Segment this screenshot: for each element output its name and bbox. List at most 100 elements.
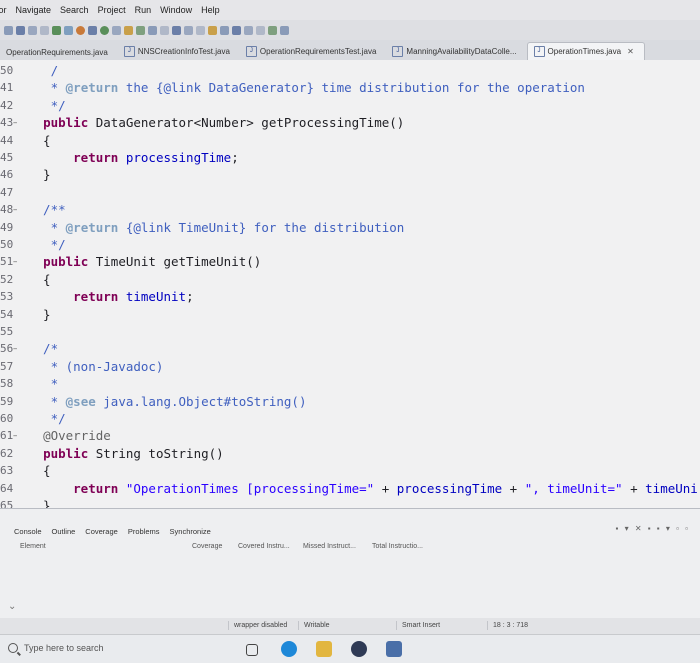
code-line[interactable]: 56− /*: [0, 340, 700, 357]
toolbar-icon[interactable]: [280, 25, 289, 35]
code-line[interactable]: 50 /: [0, 62, 700, 79]
code-line[interactable]: 58 *: [0, 375, 700, 392]
task-view-icon[interactable]: [246, 644, 258, 656]
menu-item-window[interactable]: Window: [160, 5, 192, 15]
toolbar-icon[interactable]: [172, 25, 181, 35]
tab-synchronize[interactable]: Synchronize: [170, 527, 211, 536]
tab-label: OperationRequirements.java: [6, 48, 108, 57]
toolbar-icon[interactable]: [112, 25, 121, 35]
code-text: *: [28, 376, 59, 392]
taskbar-search[interactable]: Type here to search: [8, 643, 104, 653]
tab-coverage[interactable]: Coverage: [85, 527, 118, 536]
fold-toggle-icon[interactable]: −: [13, 432, 17, 440]
code-line[interactable]: 57 * (non-Javadoc): [0, 358, 700, 375]
code-text: {: [28, 132, 51, 148]
toolbar-icon[interactable]: [208, 25, 217, 35]
toolbar-icon[interactable]: [148, 25, 157, 35]
run-icon[interactable]: [100, 25, 109, 35]
file-explorer-icon[interactable]: [316, 641, 332, 657]
code-text: return "OperationTimes [processingTime="…: [73, 480, 698, 496]
toolbar-icon[interactable]: [64, 25, 73, 35]
toolbar-icon[interactable]: [124, 25, 133, 35]
code-line[interactable]: 47: [0, 184, 700, 201]
code-line[interactable]: 64 return "OperationTimes [processingTim…: [0, 480, 700, 497]
menu-item-navigate[interactable]: Navigate: [16, 5, 52, 15]
toolbar-icon[interactable]: [196, 25, 205, 35]
code-line[interactable]: 43− public DataGenerator<Number> getProc…: [0, 114, 700, 131]
menu-item-editor[interactable]: tor: [0, 5, 7, 15]
fold-toggle-icon[interactable]: −: [13, 206, 17, 214]
code-line[interactable]: 59 * @see java.lang.Object#toString(): [0, 393, 700, 410]
column-header[interactable]: Covered Instru...: [238, 543, 290, 550]
chevron-down-icon[interactable]: ⌄: [8, 601, 16, 612]
code-line[interactable]: 60 */: [0, 410, 700, 427]
code-line[interactable]: 52 {: [0, 271, 700, 288]
code-line[interactable]: 42 */: [0, 97, 700, 114]
code-text: /: [28, 63, 59, 78]
menu-item-project[interactable]: Project: [98, 5, 126, 15]
code-line[interactable]: 46 }: [0, 166, 700, 183]
search-icon: [8, 643, 18, 653]
toolbar-icon[interactable]: [28, 25, 37, 35]
code-line[interactable]: 61− @Override: [0, 427, 700, 444]
toolbar-icon[interactable]: [4, 25, 13, 35]
code-line[interactable]: 41 * @return the {@link DataGenerator} t…: [0, 79, 700, 96]
code-line[interactable]: 51− public TimeUnit getTimeUnit(): [0, 253, 700, 270]
toolbar-icon[interactable]: [136, 25, 145, 35]
code-line[interactable]: 50 */: [0, 236, 700, 253]
menu-item-search[interactable]: Search: [60, 5, 89, 15]
toolbar-icon[interactable]: [160, 25, 169, 35]
tab-manning-availability[interactable]: J ManningAvailabilityDataColle...: [386, 43, 526, 60]
edge-browser-icon[interactable]: [281, 641, 297, 657]
app-icon[interactable]: [351, 641, 367, 657]
tab-operation-requirements-test[interactable]: J OperationRequirementsTest.java: [240, 43, 387, 60]
code-line[interactable]: 45 return processingTime;: [0, 149, 700, 166]
tab-outline[interactable]: Outline: [52, 527, 76, 536]
code-line[interactable]: 55: [0, 323, 700, 340]
code-text: /*: [28, 341, 59, 357]
close-icon[interactable]: ✕: [627, 47, 634, 56]
line-number: 50: [0, 64, 14, 77]
code-line[interactable]: 53 return timeUnit;: [0, 288, 700, 305]
toolbar-icon[interactable]: [244, 25, 253, 35]
tab-problems[interactable]: Problems: [128, 527, 160, 536]
status-bar: wrapper disabled Writable Smart Insert 1…: [0, 618, 700, 634]
panel-controls[interactable]: ▪ ▾ ✕ ▪ ▪ ▾ ▫ ▫: [616, 524, 690, 533]
toolbar-icon[interactable]: [40, 25, 49, 35]
toolbar-icon[interactable]: [184, 25, 193, 35]
bottom-panel: Console Outline Coverage Problems Synchr…: [0, 508, 700, 619]
tab-operation-times[interactable]: J OperationTimes.java ✕: [526, 42, 645, 60]
menu-item-run[interactable]: Run: [135, 5, 152, 15]
tab-console[interactable]: Console: [14, 527, 42, 536]
column-header[interactable]: Element: [20, 543, 46, 550]
run-icon[interactable]: [52, 25, 61, 35]
fold-toggle-icon[interactable]: −: [13, 345, 17, 353]
code-text: }: [28, 167, 51, 183]
eclipse-icon[interactable]: [386, 641, 402, 657]
toolbar-icon[interactable]: [232, 25, 241, 35]
code-line[interactable]: 54 }: [0, 306, 700, 323]
line-number: 57: [0, 359, 14, 373]
fold-toggle-icon[interactable]: −: [13, 119, 17, 127]
debug-icon[interactable]: [76, 25, 85, 35]
tab-operation-requirements[interactable]: OperationRequirements.java: [0, 45, 118, 60]
code-line[interactable]: 62 public String toString(): [0, 445, 700, 462]
tab-nns-creation-info-test[interactable]: J NNSCreationInfoTest.java: [118, 43, 240, 60]
column-header[interactable]: Coverage: [192, 543, 222, 550]
code-line[interactable]: 44 {: [0, 132, 700, 149]
toolbar-icon[interactable]: [88, 25, 97, 35]
toolbar-icon[interactable]: [220, 25, 229, 35]
code-line[interactable]: 48− /**: [0, 201, 700, 218]
code-line[interactable]: 49 * @return {@link TimeUnit} for the di…: [0, 219, 700, 236]
code-editor[interactable]: 50 /41 * @return the {@link DataGenerato…: [0, 60, 700, 508]
code-line[interactable]: 63 {: [0, 462, 700, 479]
menu-item-help[interactable]: Help: [201, 5, 220, 15]
code-line[interactable]: 65 }: [0, 497, 700, 508]
fold-toggle-icon[interactable]: −: [13, 258, 17, 266]
toolbar-icon[interactable]: [256, 25, 265, 35]
code-text: @Override: [43, 428, 111, 444]
toolbar-icon[interactable]: [16, 25, 25, 35]
column-header[interactable]: Total Instructio...: [372, 543, 423, 550]
column-header[interactable]: Missed Instruct...: [303, 543, 356, 550]
toolbar-icon[interactable]: [268, 25, 277, 35]
